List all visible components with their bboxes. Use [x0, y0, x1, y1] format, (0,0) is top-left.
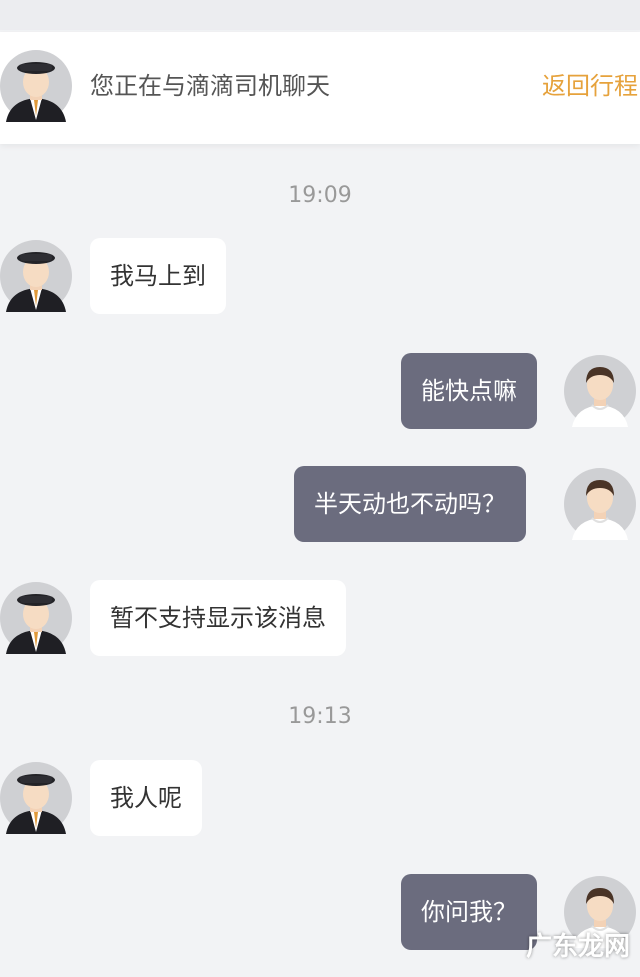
- back-to-trip-link[interactable]: 返回行程: [542, 70, 638, 102]
- message-bubble-incoming[interactable]: 暂不支持显示该消息: [90, 580, 346, 656]
- chat-header: 您正在与滴滴司机聊天 返回行程: [0, 32, 640, 144]
- driver-avatar-icon: [0, 240, 72, 312]
- user-avatar-icon: [564, 468, 636, 540]
- driver-avatar-icon: [0, 582, 72, 654]
- timestamp: 19:09: [288, 183, 352, 208]
- user-avatar-icon: [564, 355, 636, 427]
- message-bubble-outgoing[interactable]: 能快点嘛: [401, 353, 537, 429]
- status-bar-strip: [0, 0, 640, 30]
- site-watermark: 广东龙网: [525, 932, 630, 962]
- chat-title: 您正在与滴滴司机聊天: [90, 72, 330, 100]
- driver-avatar-icon: [0, 762, 72, 834]
- timestamp: 19:13: [288, 704, 352, 729]
- message-bubble-outgoing[interactable]: 半天动也不动吗？: [294, 466, 526, 542]
- message-bubble-incoming[interactable]: 我人呢: [90, 760, 202, 836]
- driver-avatar-icon: [0, 50, 72, 122]
- message-bubble-outgoing[interactable]: 你问我？: [401, 874, 537, 950]
- message-bubble-incoming[interactable]: 我马上到: [90, 238, 226, 314]
